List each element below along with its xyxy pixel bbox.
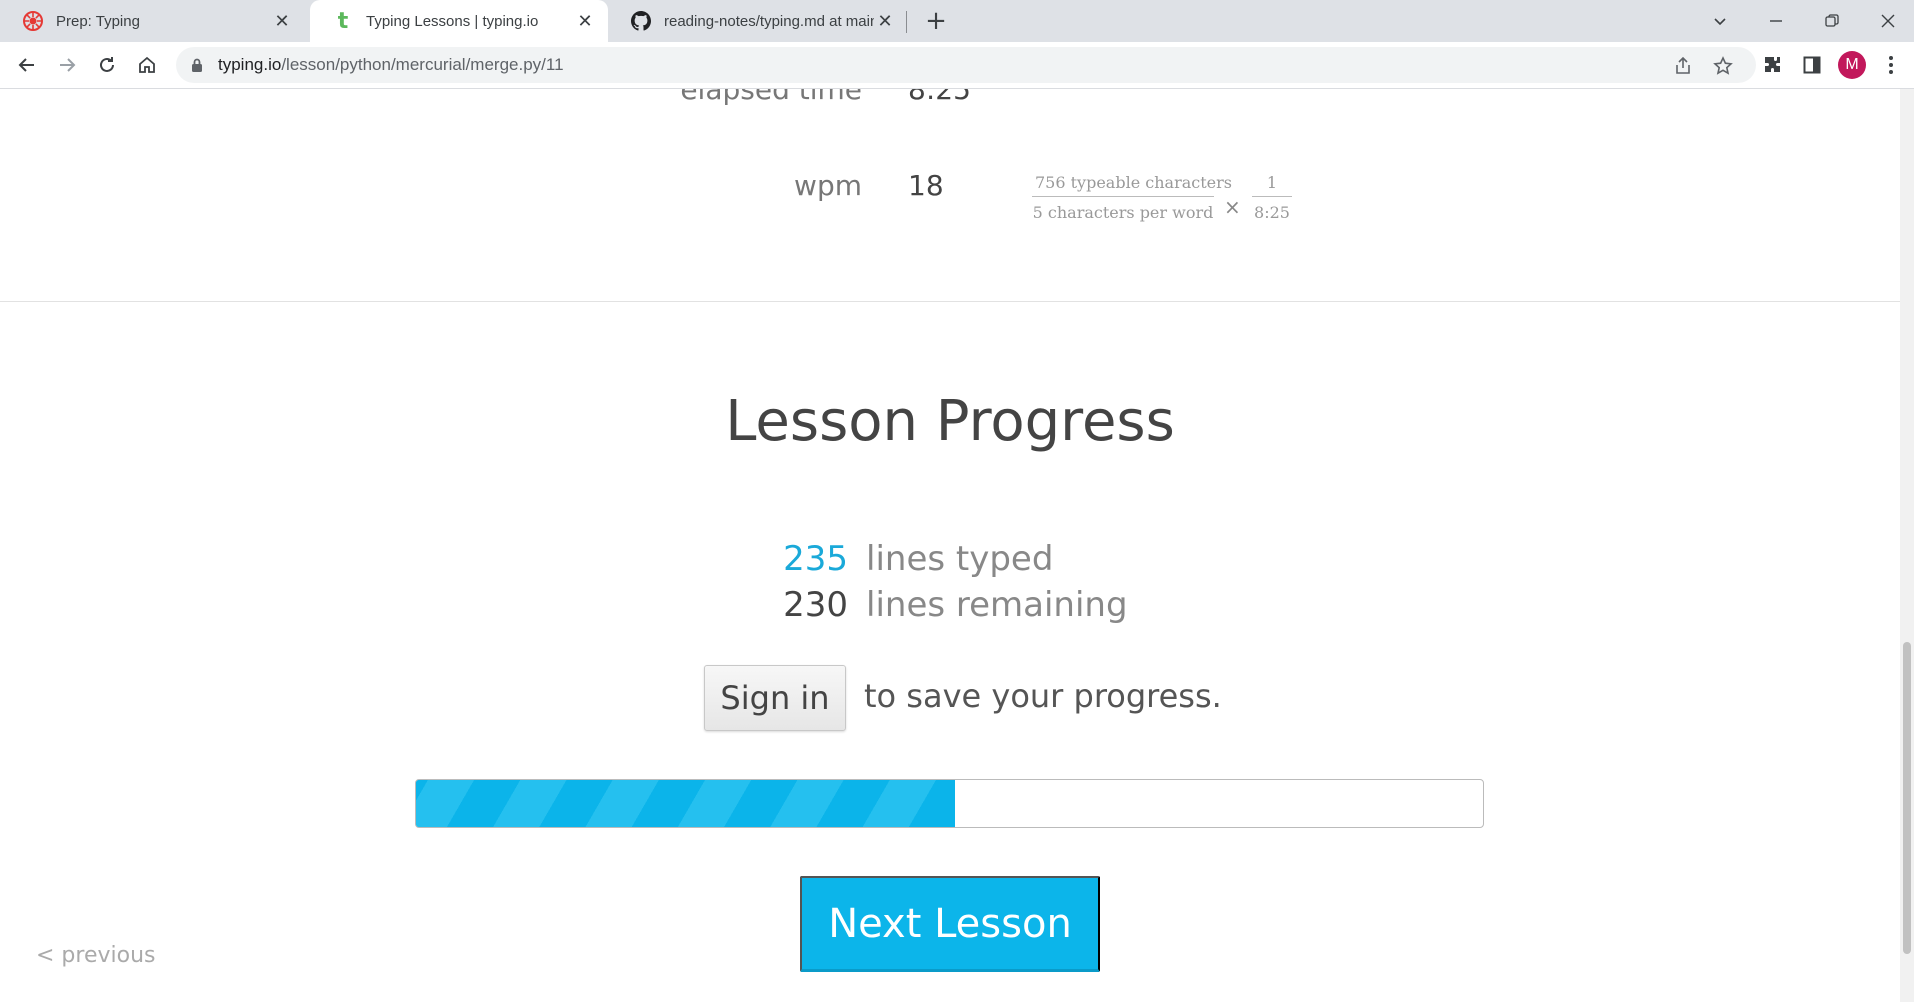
github-icon [630,10,652,32]
scrollbar-thumb[interactable] [1903,642,1911,954]
prep-logo-icon [22,10,44,32]
wpm-value: 18 [908,169,944,202]
restore-icon [1825,14,1839,27]
fraction-numerator: 756 typeable characters [1032,173,1232,197]
lines-remaining-count: 230 [783,585,848,625]
page-content: elapsed time 8:25 wpm 18 756 typeable ch… [0,89,1900,1002]
previous-link[interactable]: < previous [36,943,156,968]
fraction-denominator: 8:25 [1254,203,1290,222]
extensions-button[interactable] [1758,50,1788,80]
fraction-denominator: 5 characters per word [1032,203,1214,222]
lines-typed-label: lines typed [866,539,1054,579]
lesson-progress-heading: Lesson Progress [725,389,1175,454]
tab-strip: Prep: Typing ✕ t Typing Lessons | typing… [0,0,1914,42]
new-tab-button[interactable]: + [922,6,950,36]
close-icon[interactable]: ✕ [271,10,293,32]
lines-remaining-label: lines remaining [866,585,1128,625]
home-button[interactable] [132,50,162,80]
home-icon [139,56,155,73]
next-lesson-button[interactable]: Next Lesson [800,876,1100,972]
tab-separator [906,11,907,33]
tab-typing-lessons[interactable]: t Typing Lessons | typing.io ✕ [310,0,608,42]
side-panel-icon [1803,56,1821,74]
url-host: typing.io [218,55,282,74]
puzzle-icon [1765,57,1780,72]
characters-fraction: 756 typeable characters 5 characters per… [1032,173,1232,222]
tab-search-button[interactable] [1692,0,1748,42]
side-panel-button[interactable] [1797,50,1827,80]
lesson-progress-bar [415,779,1484,828]
section-divider [0,301,1900,302]
minimize-icon [1770,20,1782,22]
arrow-right-icon [60,58,76,72]
wpm-label: wpm [794,169,862,202]
fraction-numerator: 1 [1252,173,1292,197]
reload-icon [100,57,114,72]
tab-title: Typing Lessons | typing.io [366,12,539,30]
elapsed-time-label: elapsed time [680,89,862,106]
more-vertical-icon [1889,56,1893,74]
close-window-button[interactable] [1860,0,1914,42]
tab-prep-typing[interactable]: Prep: Typing ✕ [0,0,305,42]
lines-typed-count: 235 [783,539,848,579]
url-text[interactable]: typing.io/lesson/python/mercurial/merge.… [218,55,564,75]
reload-button[interactable] [92,50,122,80]
elapsed-time-value: 8:25 [908,89,971,106]
close-icon[interactable]: ✕ [874,10,896,32]
close-icon[interactable]: ✕ [574,10,596,32]
page-scrollbar[interactable] [1900,89,1914,1002]
progress-bar-fill [416,780,955,827]
back-button[interactable] [12,50,42,80]
url-path: /lesson/python/mercurial/merge.py/11 [281,55,564,74]
browser-toolbar: typing.io/lesson/python/mercurial/merge.… [0,42,1914,89]
close-icon [1881,14,1895,28]
tab-reading-notes[interactable]: reading-notes/typing.md at main ✕ [608,0,908,42]
sign-in-button[interactable]: Sign in [704,665,846,731]
share-icon[interactable] [1672,55,1694,77]
address-bar[interactable]: typing.io/lesson/python/mercurial/merge.… [176,47,1756,83]
lock-icon[interactable] [190,57,204,77]
profile-avatar[interactable]: M [1838,51,1866,79]
save-progress-text: to save your progress. [864,677,1222,715]
multiply-sign: × [1224,195,1241,219]
forward-button[interactable] [52,50,82,80]
chevron-down-icon [1714,18,1726,26]
typing-io-t-icon: t [337,8,349,34]
bookmark-star-icon[interactable] [1712,55,1734,77]
restore-button[interactable] [1804,0,1860,42]
tab-title: reading-notes/typing.md at main [664,12,874,30]
minimize-button[interactable] [1748,0,1804,42]
arrow-left-icon [18,58,34,72]
tab-title: Prep: Typing [56,12,140,30]
browser-menu-button[interactable] [1876,50,1906,80]
time-fraction: 1 8:25 [1252,173,1292,222]
